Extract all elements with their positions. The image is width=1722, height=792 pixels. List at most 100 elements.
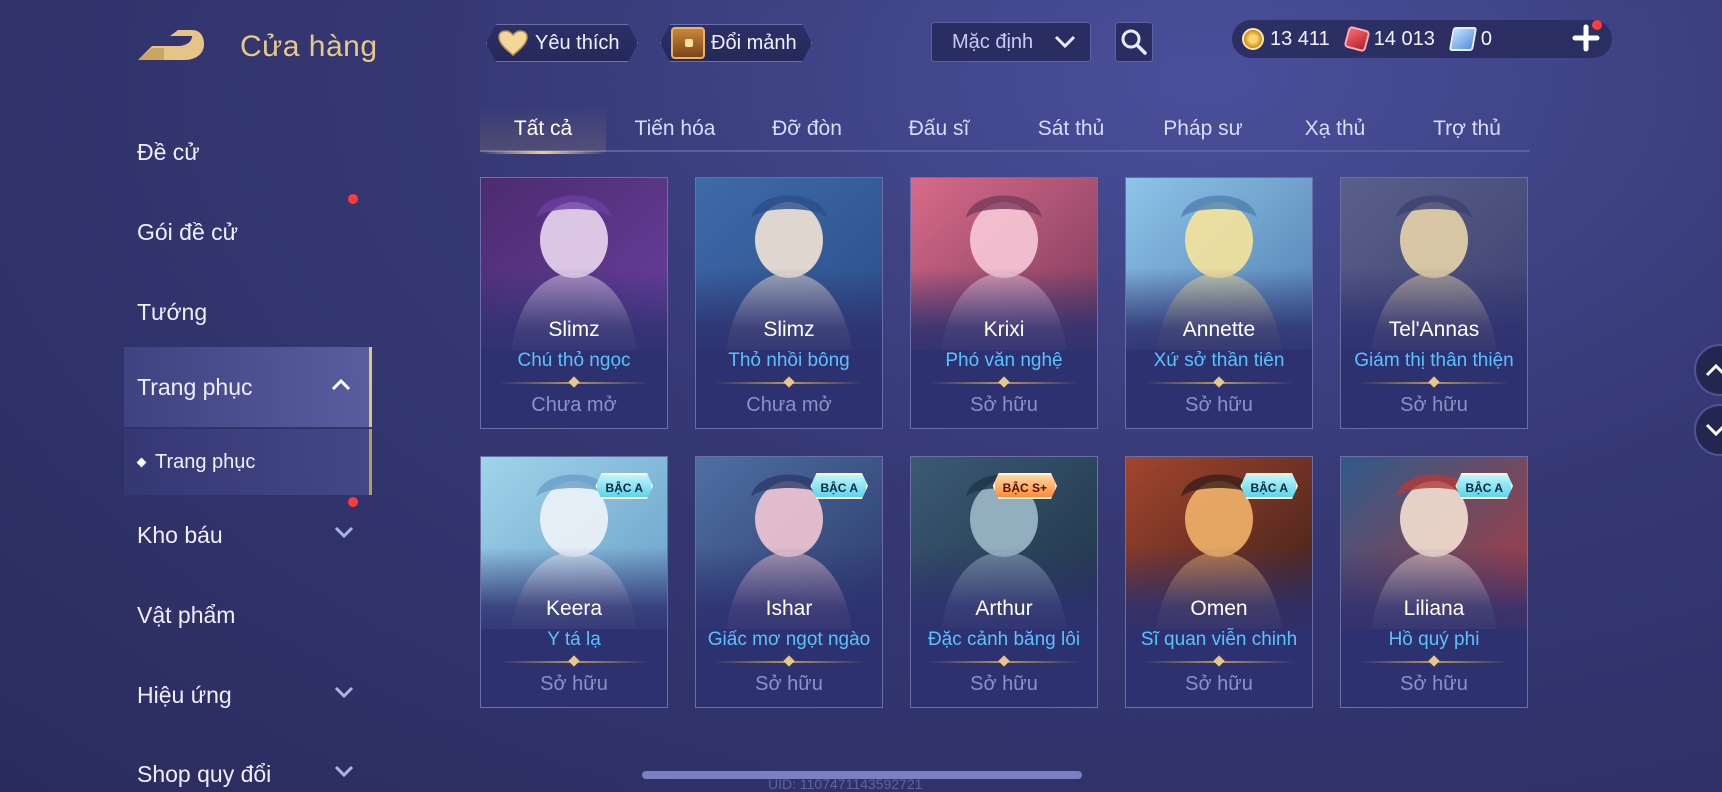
tab-evolution[interactable]: Tiến hóa (612, 106, 738, 152)
sidebar-item-label: Shop quy đổi (137, 760, 272, 787)
gold-amount: 13 411 (1270, 27, 1330, 50)
sidebar-item-exchange-shop[interactable]: Shop quy đổi (124, 734, 372, 792)
sidebar-item-label: Tướng (137, 298, 208, 325)
exchange-shards-label: Đổi mảnh (711, 31, 797, 54)
sidebar-item-label: Gói đề cử (137, 218, 239, 245)
chevron-down-icon (1054, 35, 1076, 49)
ownership-status: Sở hữu (1185, 673, 1253, 695)
sidebar-item-recommended[interactable]: Đề cử (124, 112, 372, 192)
sidebar-item-treasure[interactable]: Kho báu (124, 495, 372, 575)
voucher-amount: 0 (1480, 27, 1492, 50)
tier-badge: BẬC A (1240, 473, 1298, 499)
skin-card[interactable]: BẬC A Ishar Giấc mơ ngọt ngào Sở hữu (695, 456, 883, 708)
sort-value: Mặc định (952, 30, 1034, 53)
skin-card[interactable]: Krixi Phó văn nghệ Sở hữu (910, 177, 1098, 429)
tab-fighter[interactable]: Đấu sĩ (876, 106, 1002, 152)
chevron-down-icon (334, 686, 354, 699)
card-divider (1144, 382, 1294, 384)
sidebar-item-label: Vật phẩm (137, 601, 236, 628)
sidebar-item-heroes[interactable]: Tướng (124, 272, 372, 352)
ownership-status: Sở hữu (1185, 394, 1253, 416)
skin-card[interactable]: BẬC A Liliana Hồ quý phi Sở hữu (1340, 456, 1528, 708)
skin-card[interactable]: Annette Xứ sở thần tiên Sở hữu (1125, 177, 1313, 429)
skin-card[interactable]: Tel'Annas Giám thị thân thiện Sở hữu (1340, 177, 1528, 429)
hero-name: Liliana (1403, 597, 1465, 620)
chevron-down-icon (334, 765, 354, 778)
card-divider (1359, 382, 1509, 384)
tab-support[interactable]: Trợ thủ (1404, 106, 1530, 152)
ownership-status: Sở hữu (755, 673, 823, 695)
card-divider (714, 382, 864, 384)
skin-name: Y tá lạ (547, 629, 601, 650)
skin-grid: Slimz Chú thỏ ngọc Chưa mở Slimz Thỏ nhồi bô… (480, 177, 1530, 777)
scroll-up-button[interactable] (1694, 344, 1722, 396)
ownership-status: Sở hữu (540, 673, 608, 695)
skin-name: Xứ sở thần tiên (1153, 350, 1285, 371)
back-button[interactable] (134, 26, 208, 66)
user-id-text: UID: 1107471143592721 (768, 776, 923, 792)
hero-name: Annette (1182, 318, 1256, 341)
skin-name: Giấc mơ ngọt ngào (707, 629, 871, 650)
sidebar-item-label: Trang phục (137, 373, 253, 400)
ownership-status: Sở hữu (1400, 673, 1468, 695)
chevron-down-icon (334, 526, 354, 539)
skin-card[interactable]: BẬC A Keera Y tá lạ Sở hữu (480, 456, 668, 708)
tab-mage[interactable]: Pháp sư (1140, 106, 1266, 152)
ownership-status: Sở hữu (1400, 394, 1468, 416)
sidebar-item-effects[interactable]: Hiệu ứng (124, 655, 372, 735)
notification-dot (348, 497, 358, 507)
favorites-button[interactable]: Yêu thích (486, 24, 638, 62)
skin-name: Hồ quý phi (1388, 629, 1480, 650)
skin-name: Thỏ nhồi bông (728, 350, 850, 371)
sidebar-item-recommended-bundles[interactable]: Gói đề cử (124, 192, 372, 272)
hero-name: Keera (545, 597, 603, 620)
exchange-shards-button[interactable]: Đổi mảnh (660, 24, 812, 62)
scroll-down-button[interactable] (1694, 404, 1722, 456)
search-button[interactable] (1115, 22, 1153, 62)
card-divider (714, 661, 864, 663)
sidebar-item-skins[interactable]: Trang phục (124, 347, 372, 427)
hero-name: Tel'Annas (1388, 318, 1480, 341)
tab-all[interactable]: Tất cả (480, 106, 606, 154)
hero-name: Slimz (763, 318, 815, 341)
category-tabs: Tất cả Tiến hóa Đỡ đòn Đấu sĩ Sát thủ Ph… (480, 106, 1530, 154)
hero-name: Slimz (548, 318, 600, 341)
card-divider (929, 661, 1079, 663)
tab-assassin[interactable]: Sát thủ (1008, 106, 1134, 152)
voucher-icon (1448, 27, 1477, 51)
skin-name: Đặc cảnh băng lôi (927, 629, 1081, 650)
skin-card[interactable]: Slimz Thỏ nhồi bông Chưa mở (695, 177, 883, 429)
notification-dot (1592, 20, 1602, 30)
card-divider (499, 382, 649, 384)
chevron-down-icon (1705, 423, 1722, 437)
card-divider (929, 382, 1079, 384)
tab-marksman[interactable]: Xạ thủ (1272, 106, 1398, 152)
heart-icon (497, 29, 529, 57)
skin-card[interactable]: Slimz Chú thỏ ngọc Chưa mở (480, 177, 668, 429)
ownership-status: Sở hữu (970, 394, 1038, 416)
skin-card[interactable]: BẬC S+ Arthur Đặc cảnh băng lôi Sở hữu (910, 456, 1098, 708)
tier-badge: BẬC S+ (993, 473, 1057, 499)
sidebar-item-items[interactable]: Vật phẩm (124, 575, 372, 655)
sort-dropdown[interactable]: Mặc định (931, 22, 1091, 62)
gem-amount: 14 013 (1373, 27, 1435, 50)
hero-name: Krixi (983, 318, 1025, 341)
hero-name: Ishar (765, 597, 813, 620)
card-divider (499, 661, 649, 663)
currency-bar: 13 411 14 013 0 (1232, 20, 1612, 58)
skin-name: Phó văn nghệ (945, 350, 1063, 371)
card-divider (1144, 661, 1294, 663)
page-title: Cửa hàng (240, 30, 378, 63)
sidebar-subitem-label: Trang phục (155, 450, 256, 473)
skin-card[interactable]: BẬC A Omen Sĩ quan viễn chinh Sở hữu (1125, 456, 1313, 708)
search-icon (1121, 29, 1147, 55)
sidebar-subitem-skins[interactable]: Trang phục (124, 429, 372, 495)
skin-name: Giám thị thân thiện (1354, 350, 1514, 371)
hero-name: Arthur (975, 597, 1033, 620)
ownership-status: Chưa mở (531, 394, 617, 416)
gem-currency: 14 013 (1343, 25, 1435, 53)
gold-currency: 13 411 (1242, 28, 1330, 51)
voucher-currency: 0 (1448, 27, 1492, 51)
treasure-chest-icon (671, 27, 705, 59)
tab-tank[interactable]: Đỡ đòn (744, 106, 870, 152)
